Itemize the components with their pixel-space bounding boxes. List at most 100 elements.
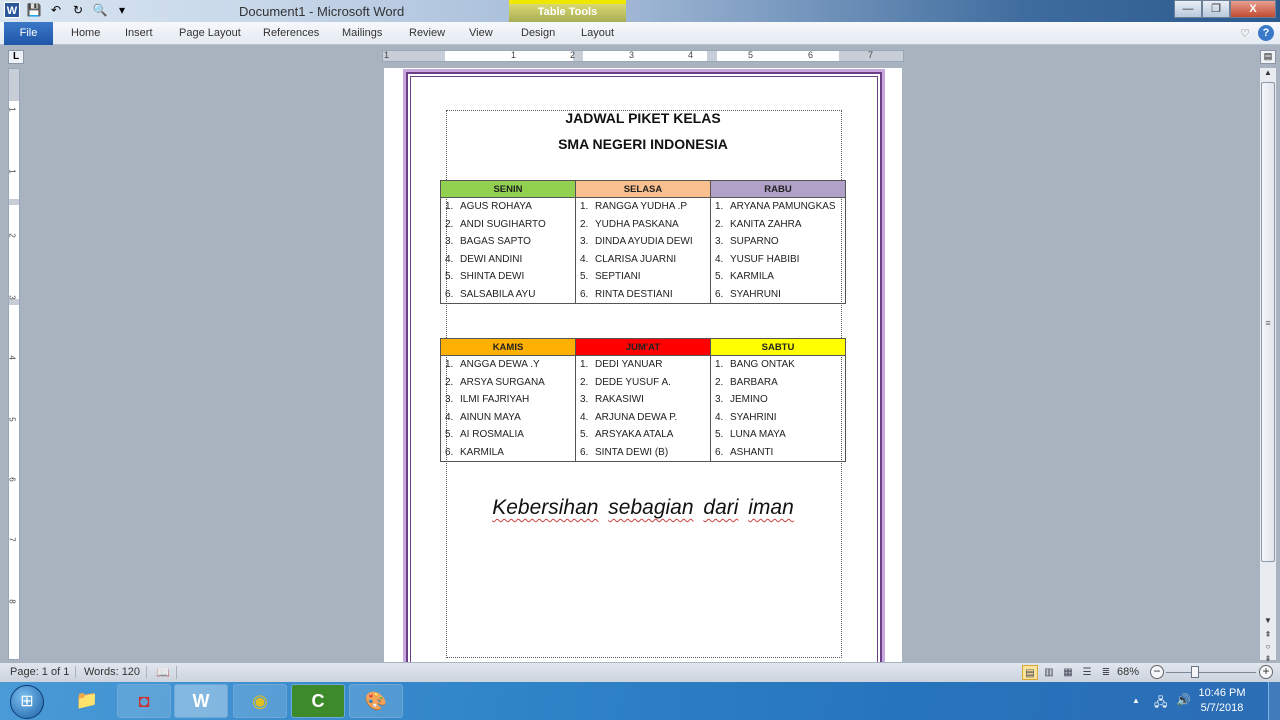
horizontal-ruler[interactable]: 1 1 2 3 4 5 6 7	[382, 50, 904, 62]
full-screen-reading-icon[interactable]: ▥	[1041, 665, 1057, 680]
taskbar-file-explorer[interactable]: 📁	[60, 684, 114, 718]
scrollbar-thumb[interactable]: ≡	[1261, 82, 1275, 562]
day-header[interactable]: SELASA	[575, 180, 711, 198]
start-button[interactable]: ⊞	[10, 685, 44, 719]
member-name: CLARISA JUARNI	[595, 253, 677, 265]
member-name: DEWI ANDINI	[460, 253, 523, 265]
day-header[interactable]: JUM'AT	[575, 338, 711, 356]
ruler-number: 1	[7, 107, 17, 112]
view-ruler-button[interactable]: ▤	[1260, 50, 1276, 64]
minimize-ribbon-icon[interactable]: ♡	[1240, 27, 1250, 40]
day-members-cell[interactable]: 1. AGUS ROHAYA 2. ANDI SUGIHARTO 3. BAGAS SAP…	[440, 197, 576, 304]
taskbar-chrome[interactable]: ◉	[233, 684, 287, 718]
tab-references[interactable]: References	[263, 27, 319, 39]
schedule-table-2[interactable]: KAMIS JUM'AT SABTU 1. ANGGA DEWA .Y 2. ARSYA …	[440, 338, 846, 462]
customize-toolbar-icon[interactable]: ▾	[114, 2, 130, 18]
list-item: 6. SINTA DEWI (B)	[580, 444, 710, 462]
volume-icon[interactable]: 🔊	[1176, 693, 1191, 707]
list-item: 1. ARYANA PAMUNGKAS	[715, 198, 845, 216]
list-number: 3.	[715, 394, 724, 405]
proofing-icon[interactable]: 📖	[150, 666, 177, 679]
close-button[interactable]: X	[1230, 0, 1276, 18]
outline-icon[interactable]: ☰	[1079, 665, 1095, 680]
document-subtitle[interactable]: SMA NEGERI INDONESIA	[384, 136, 902, 152]
document-title[interactable]: JADWAL PIKET KELAS	[384, 110, 902, 126]
undo-icon[interactable]: ↶	[48, 2, 64, 18]
page-count[interactable]: Page: 1 of 1	[4, 666, 77, 678]
minimize-button[interactable]: —	[1174, 0, 1202, 18]
list-number: 3.	[445, 236, 454, 247]
list-number: 2.	[580, 376, 589, 388]
list-number: 5.	[445, 429, 454, 440]
taskbar-word[interactable]: W	[174, 684, 228, 718]
clock-date: 5/7/2018	[1200, 702, 1244, 714]
day-members-cell[interactable]: 1. DEDI YANUAR 2. DEDE YUSUF A. 3. RAKASIWI 4.…	[575, 355, 711, 462]
show-hidden-icons[interactable]: ▲	[1132, 696, 1140, 705]
member-name: DINDA AYUDIA DEWI	[595, 236, 693, 247]
web-layout-icon[interactable]: ▦	[1060, 665, 1076, 680]
member-name: SEPTIANI	[595, 271, 641, 282]
list-number: 3.	[715, 236, 724, 247]
day-header[interactable]: KAMIS	[440, 338, 576, 356]
tab-view[interactable]: View	[469, 27, 493, 39]
member-name: YUSUF HABIBI	[730, 253, 800, 265]
previous-page-icon[interactable]: ⇞	[1260, 630, 1276, 642]
tab-file[interactable]: File	[4, 22, 53, 45]
zoom-slider[interactable]	[1166, 672, 1256, 673]
clock[interactable]: 10:46 PM 5/7/2018	[1192, 686, 1252, 716]
print-preview-icon[interactable]: 🔍	[92, 2, 108, 18]
tab-page-layout[interactable]: Page Layout	[179, 27, 241, 39]
zoom-in-icon[interactable]: +	[1259, 665, 1273, 679]
list-number: 6.	[715, 288, 724, 300]
zoom-slider-thumb[interactable]	[1191, 666, 1199, 678]
select-browse-object-icon[interactable]: ○	[1260, 642, 1276, 654]
tab-review[interactable]: Review	[409, 27, 445, 39]
day-header[interactable]: RABU	[710, 180, 846, 198]
list-number: 2.	[445, 218, 454, 230]
motto-text[interactable]: Kebersihan sebagian dari iman	[384, 496, 902, 520]
tab-home[interactable]: Home	[71, 27, 100, 39]
help-icon[interactable]: ?	[1258, 25, 1274, 41]
zoom-out-icon[interactable]: −	[1150, 665, 1164, 679]
list-item: 5. AI ROSMALIA	[445, 426, 575, 444]
list-number: 5.	[580, 271, 589, 282]
scroll-up-icon[interactable]: ▲	[1260, 68, 1276, 80]
list-item: 4. SYAHRINI	[715, 409, 845, 427]
redo-icon[interactable]: ↻	[70, 2, 86, 18]
tab-mailings[interactable]: Mailings	[342, 27, 382, 39]
save-icon[interactable]: 💾	[26, 2, 42, 18]
schedule-table-1[interactable]: SENIN SELASA RABU 1. AGUS ROHAYA 2. ANDI SUGI…	[440, 180, 846, 304]
taskbar-camtasia[interactable]: C	[291, 684, 345, 718]
taskbar-media-app[interactable]: ◘	[117, 684, 171, 718]
vertical-scrollbar[interactable]: ▲ ≡ ▼ ⇞ ○ ⇟	[1260, 68, 1276, 663]
tab-insert[interactable]: Insert	[125, 27, 153, 39]
restore-button[interactable]: ❐	[1202, 0, 1230, 18]
tab-layout[interactable]: Layout	[581, 27, 614, 39]
tab-selector[interactable]: L	[8, 50, 24, 64]
quick-access-toolbar: W 💾 ↶ ↻ 🔍 ▾	[4, 2, 130, 18]
day-members-cell[interactable]: 1. ANGGA DEWA .Y 2. ARSYA SURGANA 3. ILMI FAJ…	[440, 355, 576, 462]
show-desktop-button[interactable]	[1268, 682, 1280, 720]
zoom-level[interactable]: 68%	[1117, 666, 1139, 678]
tab-design[interactable]: Design	[521, 27, 555, 39]
member-name: SALSABILA AYU	[460, 288, 536, 300]
member-name: LUNA MAYA	[730, 429, 786, 440]
list-item: 5. ARSYAKA ATALA	[580, 426, 710, 444]
list-item: 6. SALSABILA AYU	[445, 286, 575, 304]
taskbar-paint[interactable]: 🎨	[349, 684, 403, 718]
day-header[interactable]: SENIN	[440, 180, 576, 198]
network-icon[interactable]: 🖧	[1154, 693, 1167, 714]
draft-icon[interactable]: ≣	[1098, 665, 1114, 680]
day-members-cell[interactable]: 1. BANG ONTAK 2. BARBARA 3. JEMINO 4. SYAHRINI 5…	[710, 355, 846, 462]
day-members-cell[interactable]: 1. ARYANA PAMUNGKAS 2. KANITA ZAHRA 3. SUPARN…	[710, 197, 846, 304]
document-page[interactable]: JADWAL PIKET KELAS SMA NEGERI INDONESIA …	[384, 68, 902, 675]
ruler-number: 2	[7, 233, 17, 238]
print-layout-icon[interactable]: ▤	[1022, 665, 1038, 680]
scroll-down-icon[interactable]: ▼	[1260, 616, 1276, 628]
member-name: KANITA ZAHRA	[730, 218, 802, 230]
day-header[interactable]: SABTU	[710, 338, 846, 356]
day-members-cell[interactable]: 1. RANGGA YUDHA .P 2. YUDHA PASKANA 3. DINDA …	[575, 197, 711, 304]
word-count[interactable]: Words: 120	[78, 666, 148, 678]
vertical-ruler[interactable]: 1 1 2 3 4 5 6 7 8	[8, 68, 20, 660]
word-app-icon[interactable]: W	[4, 2, 20, 18]
